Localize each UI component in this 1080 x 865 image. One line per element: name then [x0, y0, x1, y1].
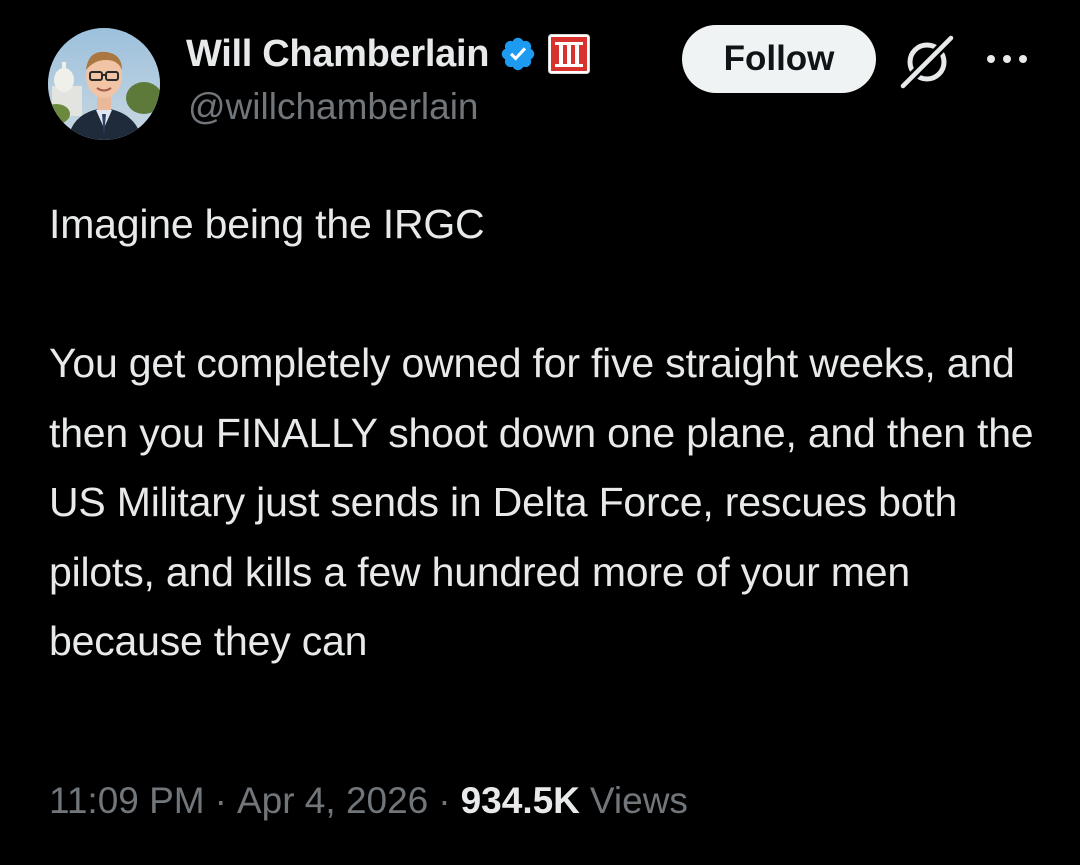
- verified-badge-icon[interactable]: [499, 35, 537, 73]
- roman-numeral-iii-badge-icon[interactable]: [547, 33, 591, 75]
- tweet-date[interactable]: Apr 4, 2026: [237, 780, 428, 822]
- author-handle[interactable]: @willchamberlain: [188, 86, 479, 128]
- views-label: Views: [589, 780, 688, 821]
- views-count[interactable]: 934.5K: [461, 780, 580, 822]
- tweet-paragraph: You get completely owned for five straig…: [49, 340, 1034, 664]
- author-name-row: Will Chamberlain: [186, 30, 591, 78]
- meta-separator: ·: [438, 780, 451, 821]
- tweet-paragraph: Imagine being the IRGC: [49, 201, 485, 247]
- tweet-card: Will Chamberlain @willchamberlain Follow: [0, 0, 1080, 865]
- follow-button[interactable]: Follow: [682, 25, 876, 93]
- tweet-time[interactable]: 11:09 PM: [49, 780, 205, 822]
- meta-separator: ·: [214, 780, 227, 821]
- tweet-text: Imagine being the IRGC You get completel…: [49, 190, 1049, 677]
- tweet-meta: 11:09 PM · Apr 4, 2026 · 934.5K Views: [49, 780, 688, 822]
- more-options-icon[interactable]: [982, 48, 1032, 70]
- grok-icon[interactable]: [897, 32, 957, 92]
- avatar[interactable]: [48, 28, 160, 140]
- author-display-name[interactable]: Will Chamberlain: [186, 33, 489, 76]
